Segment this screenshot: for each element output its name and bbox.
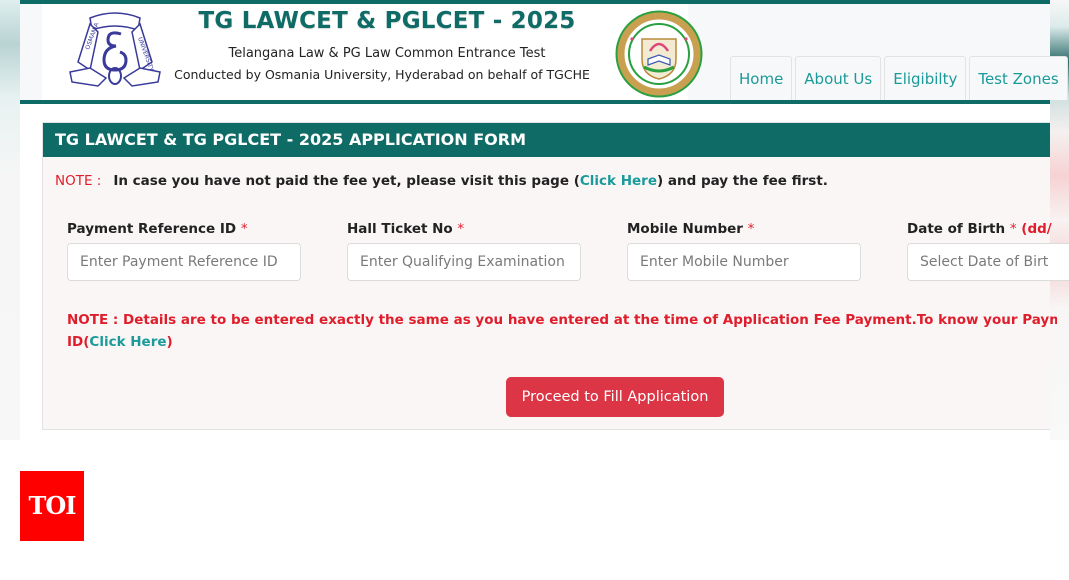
nav-eligibility[interactable]: Eligibilty bbox=[884, 56, 967, 100]
required-marker: * bbox=[457, 221, 465, 237]
label-text: Hall Ticket No bbox=[347, 221, 453, 237]
toi-watermark-logo: TOI bbox=[20, 471, 84, 541]
application-form-card: TG LAWCET & TG PGLCET - 2025 APPLICATION… bbox=[42, 122, 1069, 430]
field-label: Payment Reference ID * bbox=[67, 221, 301, 241]
details-note: NOTE : Details are to be entered exactly… bbox=[67, 309, 1057, 353]
label-text: Mobile Number bbox=[627, 221, 743, 237]
proceed-to-fill-application-button[interactable]: Proceed to Fill Application bbox=[506, 377, 724, 417]
main-nav: Home About Us Eligibilty Test Zones bbox=[730, 56, 1068, 100]
payment-reference-field: Payment Reference ID * bbox=[67, 221, 301, 281]
note-text-after: ) and pay the fee first. bbox=[657, 173, 828, 189]
nav-about-us[interactable]: About Us bbox=[795, 56, 882, 100]
conducted-by-text: Conducted by Osmania University, Hyderab… bbox=[174, 67, 590, 82]
payment-reference-input[interactable] bbox=[67, 243, 301, 281]
note-label: NOTE : bbox=[55, 173, 102, 189]
page: OSMANIA UNIVERSITY TG LAWCET & PGLCET - … bbox=[20, 0, 1069, 440]
site-title: TG LAWCET & PGLCET - 2025 bbox=[198, 8, 576, 34]
note-suffix: ) bbox=[166, 334, 173, 350]
field-label: Mobile Number * bbox=[627, 221, 861, 241]
details-note-line2: ID(Click Here) bbox=[67, 331, 1057, 353]
nav-test-zones[interactable]: Test Zones bbox=[969, 56, 1068, 100]
hall-ticket-input[interactable] bbox=[347, 243, 581, 281]
required-marker: * bbox=[747, 221, 755, 237]
label-text: Payment Reference ID bbox=[67, 221, 237, 237]
field-label: Date of Birth * (dd/ bbox=[907, 221, 1069, 241]
note-prefix: ID( bbox=[67, 334, 90, 350]
site-subtitle: Telangana Law & PG Law Common Entrance T… bbox=[228, 46, 546, 61]
required-marker: * bbox=[1009, 221, 1017, 237]
fee-note: NOTE : In case you have not paid the fee … bbox=[55, 173, 828, 189]
form-heading: TG LAWCET & TG PGLCET - 2025 APPLICATION… bbox=[43, 123, 1050, 157]
tgche-logo-icon bbox=[615, 10, 703, 98]
label-text: Date of Birth bbox=[907, 221, 1006, 237]
header-banner: OSMANIA UNIVERSITY TG LAWCET & PGLCET - … bbox=[42, 4, 703, 100]
payment-reference-lookup-link[interactable]: Click Here bbox=[89, 334, 166, 350]
mobile-number-field: Mobile Number * bbox=[627, 221, 861, 281]
date-of-birth-input[interactable] bbox=[907, 243, 1069, 281]
field-label: Hall Ticket No * bbox=[347, 221, 581, 241]
note-text-before: In case you have not paid the fee yet, p… bbox=[113, 173, 580, 189]
details-note-line1: NOTE : Details are to be entered exactly… bbox=[67, 312, 1057, 328]
nav-home[interactable]: Home bbox=[730, 56, 793, 100]
date-format-hint: (dd/ bbox=[1021, 221, 1052, 237]
osmania-university-logo-icon: OSMANIA UNIVERSITY bbox=[69, 12, 161, 87]
date-of-birth-field: Date of Birth * (dd/ bbox=[907, 221, 1069, 281]
site-header: OSMANIA UNIVERSITY TG LAWCET & PGLCET - … bbox=[20, 0, 1068, 104]
hall-ticket-field: Hall Ticket No * bbox=[347, 221, 581, 281]
blurred-backdrop-left bbox=[0, 0, 20, 440]
mobile-number-input[interactable] bbox=[627, 243, 861, 281]
required-marker: * bbox=[240, 221, 248, 237]
pay-fee-link[interactable]: Click Here bbox=[580, 173, 657, 189]
